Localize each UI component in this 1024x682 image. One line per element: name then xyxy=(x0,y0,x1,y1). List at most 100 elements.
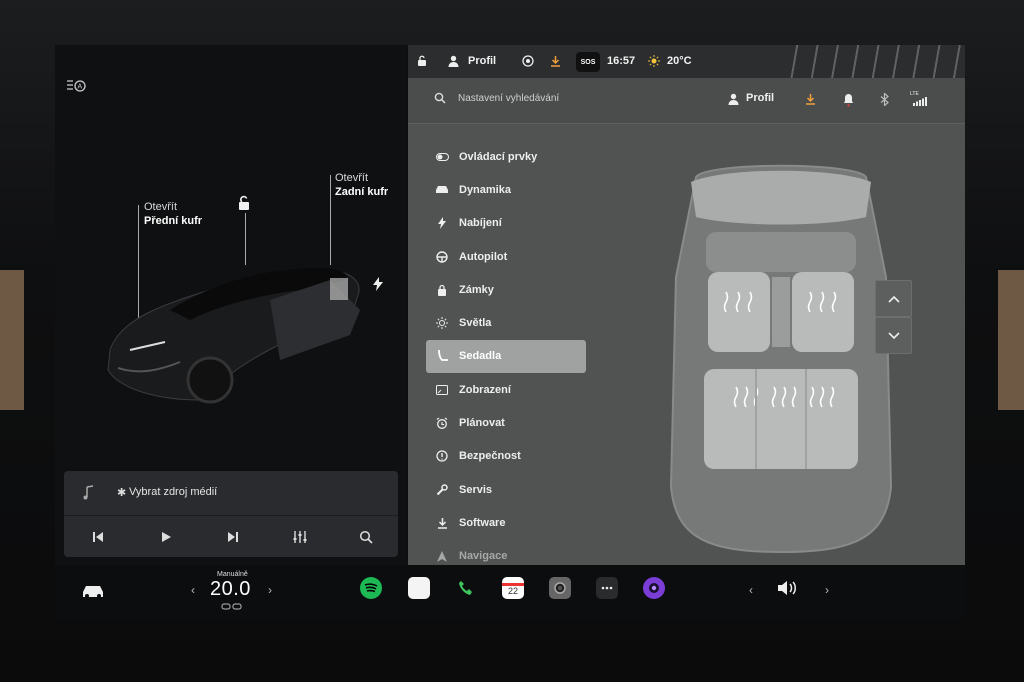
seat-heater-car-diagram xyxy=(669,164,893,554)
next-icon xyxy=(228,532,238,542)
menu-label: Plánovat xyxy=(459,417,505,430)
sun-weather-icon xyxy=(648,55,660,67)
profile-icon xyxy=(448,55,459,67)
menu-label: Dynamika xyxy=(459,183,511,196)
menu-label: Servis xyxy=(459,483,493,496)
passenger-seat[interactable] xyxy=(792,272,854,352)
toggle-icon xyxy=(435,150,449,164)
camera-app[interactable] xyxy=(549,577,571,599)
volume-increase-chevron[interactable]: › xyxy=(825,583,829,597)
unlock-status-icon[interactable] xyxy=(416,55,428,67)
toybox-app[interactable] xyxy=(643,577,665,599)
info-circle-icon xyxy=(435,449,449,463)
more-apps-button[interactable] xyxy=(596,577,618,599)
driver-seat[interactable] xyxy=(708,272,770,352)
media-search-button[interactable] xyxy=(356,528,376,546)
front-trunk-label: Přední kufr xyxy=(144,215,203,227)
signal-strength-icon xyxy=(913,97,927,106)
status-profile-label[interactable]: Profil xyxy=(468,55,496,67)
cabin-temperature[interactable]: 20.0 xyxy=(210,578,251,601)
camera-lens-icon xyxy=(649,583,659,593)
unlock-icon[interactable] xyxy=(236,195,252,211)
previous-icon xyxy=(93,532,103,542)
media-player: ✱ Vybrat zdroj médií xyxy=(64,471,398,557)
equalizer-button[interactable] xyxy=(290,528,310,546)
notification-bell-icon[interactable] xyxy=(843,93,854,107)
profile-label[interactable]: Profil xyxy=(746,92,774,104)
menu-label: Software xyxy=(459,516,506,529)
rear-trunk-action: Otevřít xyxy=(335,172,369,184)
profile-icon xyxy=(728,93,739,105)
previous-track-button[interactable] xyxy=(88,528,108,546)
spotify-app[interactable] xyxy=(360,577,382,599)
menu-item-navigation[interactable]: Navigace xyxy=(426,540,586,565)
scroll-down-button[interactable] xyxy=(875,317,912,354)
menu-item-seats[interactable]: Sedadla xyxy=(426,339,586,374)
clock: 16:57 xyxy=(607,55,636,67)
sun-icon xyxy=(435,316,449,330)
status-bar: Profil SOS 16:57 20°C xyxy=(408,45,965,78)
car-icon[interactable] xyxy=(81,583,105,599)
auto-headlights-icon[interactable]: A xyxy=(65,78,87,94)
seat-icon xyxy=(435,349,449,363)
temp-decrease-chevron[interactable]: ‹ xyxy=(191,583,195,597)
next-track-button[interactable] xyxy=(223,528,243,546)
calendar-app[interactable]: 22 xyxy=(502,577,524,599)
menu-label: Bezpečnost xyxy=(459,450,521,463)
menu-item-display[interactable]: Zobrazení xyxy=(426,373,586,406)
download-update-icon[interactable] xyxy=(550,55,561,67)
phone-icon xyxy=(459,581,472,595)
window-reflection xyxy=(778,45,965,78)
menu-item-charging[interactable]: Nabíjení xyxy=(426,207,586,240)
front-trunk-action: Otevřít xyxy=(144,201,178,213)
car-icon xyxy=(435,183,449,197)
wrench-icon xyxy=(435,483,449,497)
rear-seat-row[interactable] xyxy=(704,369,858,469)
spotify-icon xyxy=(364,583,378,593)
play-icon xyxy=(162,532,171,542)
download-icon xyxy=(435,516,449,530)
sentry-mode-icon[interactable] xyxy=(522,55,534,67)
menu-item-safety[interactable]: Bezpečnost xyxy=(426,440,586,473)
menu-item-locks[interactable]: Zámky xyxy=(426,273,586,306)
scroll-up-button[interactable] xyxy=(875,280,912,317)
download-update-icon[interactable] xyxy=(805,93,816,105)
menu-label: Nabíjení xyxy=(459,217,502,230)
calendar-day: 22 xyxy=(502,583,524,596)
rear-trunk-label: Zadní kufr xyxy=(335,186,389,198)
charge-port-icon[interactable] xyxy=(373,277,383,291)
touchscreen: A Otevřít Přední kufr Otevřít Zadní kufr xyxy=(55,45,965,565)
sos-label: SOS xyxy=(580,58,596,66)
volume-icon[interactable] xyxy=(776,579,800,597)
alarm-clock-icon xyxy=(435,416,449,430)
menu-item-controls[interactable]: Ovládací prvky xyxy=(426,140,586,173)
phone-app[interactable] xyxy=(455,577,477,599)
settings-panel: Profil SOS 16:57 20°C Nastavení vyhledáv… xyxy=(408,45,965,565)
car-model-image xyxy=(107,268,360,404)
media-source-row[interactable]: ✱ Vybrat zdroj médií xyxy=(64,471,398,516)
steering-wheel-icon xyxy=(435,250,449,264)
settings-search-input[interactable]: Nastavení vyhledávání xyxy=(458,93,559,104)
menu-item-dynamics[interactable]: Dynamika xyxy=(426,173,586,206)
bluetooth-icon[interactable] xyxy=(880,93,889,106)
front-trunk-callout[interactable]: Otevřít Přední kufr xyxy=(144,200,202,228)
menu-item-service[interactable]: Servis xyxy=(426,473,586,506)
display-icon xyxy=(435,383,449,397)
media-source-label: Vybrat zdroj médií xyxy=(129,486,218,498)
dashcam-app[interactable] xyxy=(408,577,430,599)
sos-button[interactable]: SOS xyxy=(576,52,600,72)
menu-label: Zobrazení xyxy=(459,383,511,396)
bolt-icon xyxy=(435,216,449,230)
menu-item-software[interactable]: Software xyxy=(426,506,586,539)
search-icon xyxy=(359,530,373,544)
bluetooth-icon: ✱ xyxy=(117,487,127,499)
temp-increase-chevron[interactable]: › xyxy=(268,583,272,597)
rear-trunk-callout[interactable]: Otevřít Zadní kufr xyxy=(335,171,388,199)
play-button[interactable] xyxy=(156,528,176,546)
menu-item-autopilot[interactable]: Autopilot xyxy=(426,240,586,273)
menu-item-lights[interactable]: Světla xyxy=(426,306,586,339)
chevron-down-icon xyxy=(887,331,900,339)
volume-decrease-chevron[interactable]: ‹ xyxy=(749,583,753,597)
search-row: Nastavení vyhledávání Profil LTE xyxy=(408,78,965,124)
menu-item-schedule[interactable]: Plánovat xyxy=(426,406,586,439)
